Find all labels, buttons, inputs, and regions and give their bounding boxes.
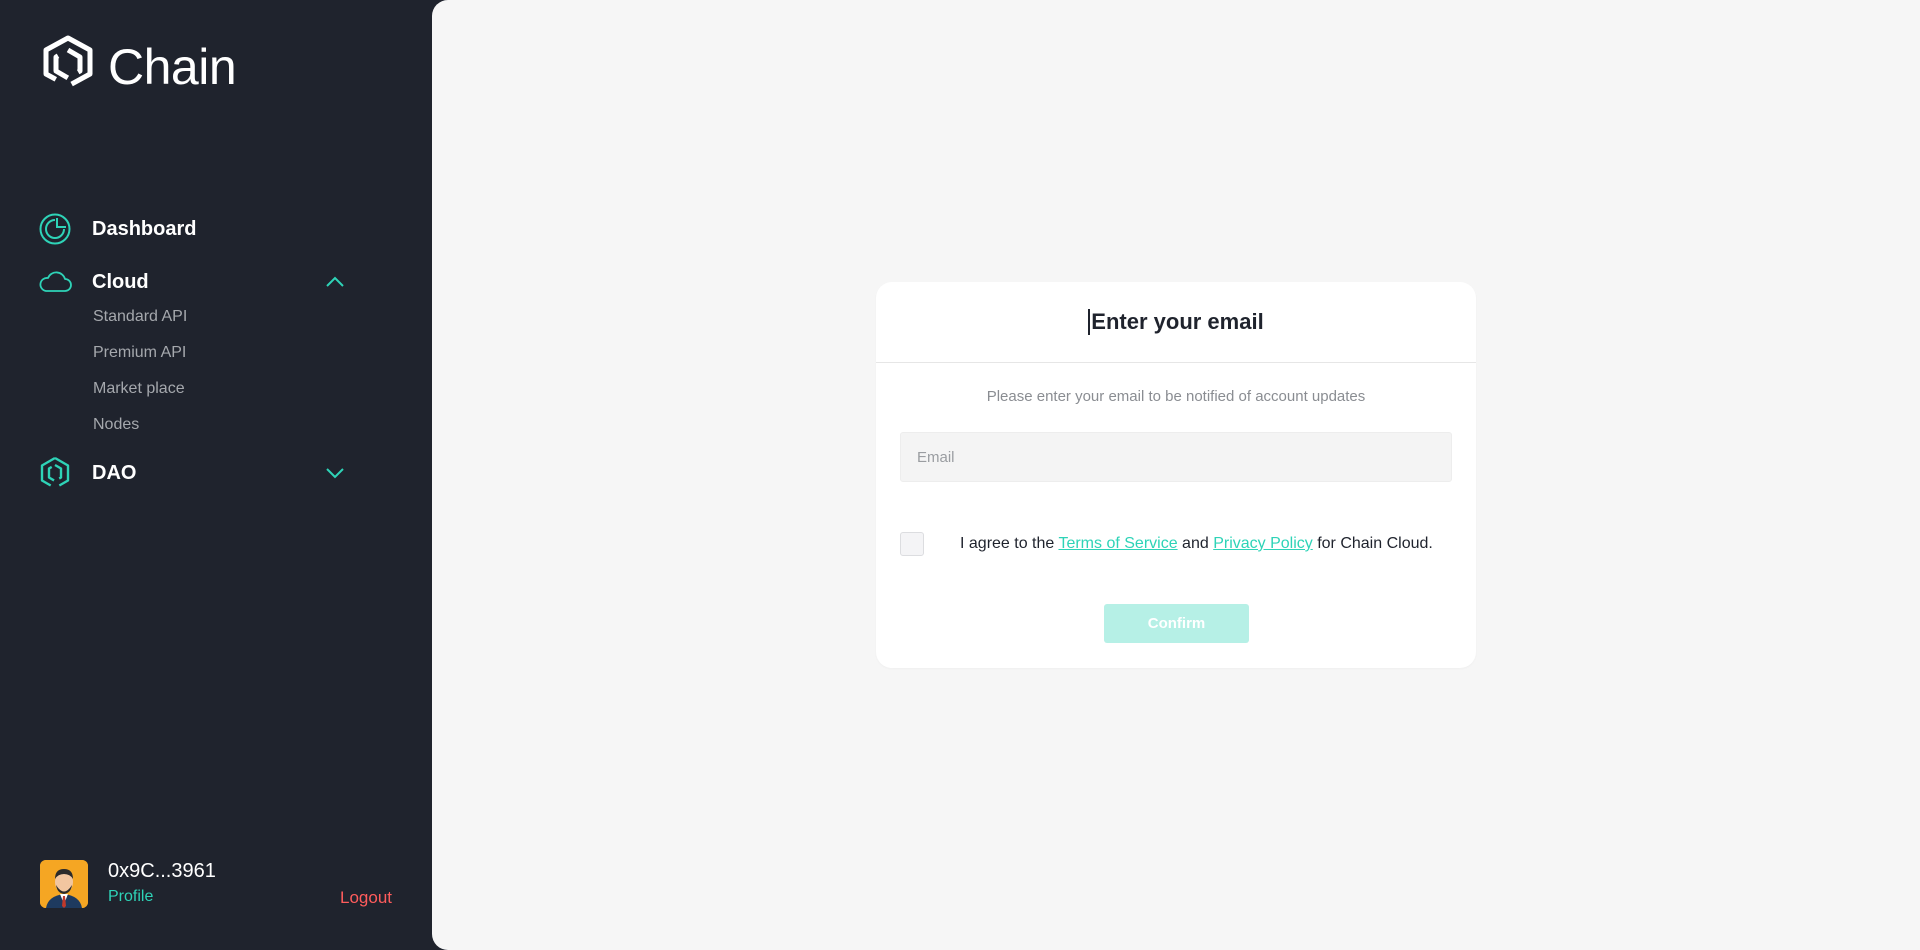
card-header: Enter your email <box>876 282 1476 363</box>
user-panel: 0x9C...3961 Profile Logout <box>40 860 392 910</box>
sidebar-item-market-place[interactable]: Market place <box>93 380 185 398</box>
agree-text: I agree to the Terms of Service and Priv… <box>960 535 1433 553</box>
nav-label: Dashboard <box>92 217 197 240</box>
confirm-button[interactable]: Confirm <box>1104 604 1249 643</box>
wallet-address: 0x9C...3961 <box>108 860 216 882</box>
nav-label: DAO <box>92 461 137 484</box>
sidebar-item-nodes[interactable]: Nodes <box>93 416 139 434</box>
privacy-policy-link[interactable]: Privacy Policy <box>1213 535 1313 552</box>
cloud-icon <box>38 265 72 299</box>
email-card: Enter your email Please enter your email… <box>876 282 1476 668</box>
agree-middle: and <box>1177 535 1214 552</box>
sidebar: Chain Dashboard Cloud Standard API Premi… <box>0 0 432 950</box>
chevron-up-icon[interactable] <box>322 269 348 295</box>
email-field[interactable] <box>900 432 1452 482</box>
avatar[interactable] <box>40 860 88 908</box>
sidebar-item-premium-api[interactable]: Premium API <box>93 344 186 362</box>
logout-link[interactable]: Logout <box>340 888 392 908</box>
card-description: Please enter your email to be notified o… <box>986 388 1366 405</box>
dao-icon <box>38 456 72 490</box>
nav-item-dao[interactable]: DAO <box>38 456 348 490</box>
chevron-down-icon[interactable] <box>322 460 348 486</box>
dashboard-icon <box>38 212 72 246</box>
nav-label: Cloud <box>92 270 149 293</box>
logo[interactable]: Chain <box>38 34 237 99</box>
agree-prefix: I agree to the <box>960 535 1059 552</box>
agree-suffix: for Chain Cloud. <box>1312 535 1433 552</box>
profile-link[interactable]: Profile <box>108 888 153 906</box>
brand-name: Chain <box>108 38 237 95</box>
terms-of-service-link[interactable]: Terms of Service <box>1058 535 1177 552</box>
nav-item-cloud[interactable]: Cloud <box>38 265 348 299</box>
agree-row: I agree to the Terms of Service and Priv… <box>900 532 1452 558</box>
main-content: Enter your email Please enter your email… <box>432 0 1920 950</box>
chain-logo-icon <box>38 34 98 99</box>
agree-checkbox[interactable] <box>900 532 924 556</box>
sidebar-item-standard-api[interactable]: Standard API <box>93 308 187 326</box>
nav-item-dashboard[interactable]: Dashboard <box>38 212 348 246</box>
card-title: Enter your email <box>1088 309 1264 335</box>
app: Chain Dashboard Cloud Standard API Premi… <box>0 0 1920 950</box>
